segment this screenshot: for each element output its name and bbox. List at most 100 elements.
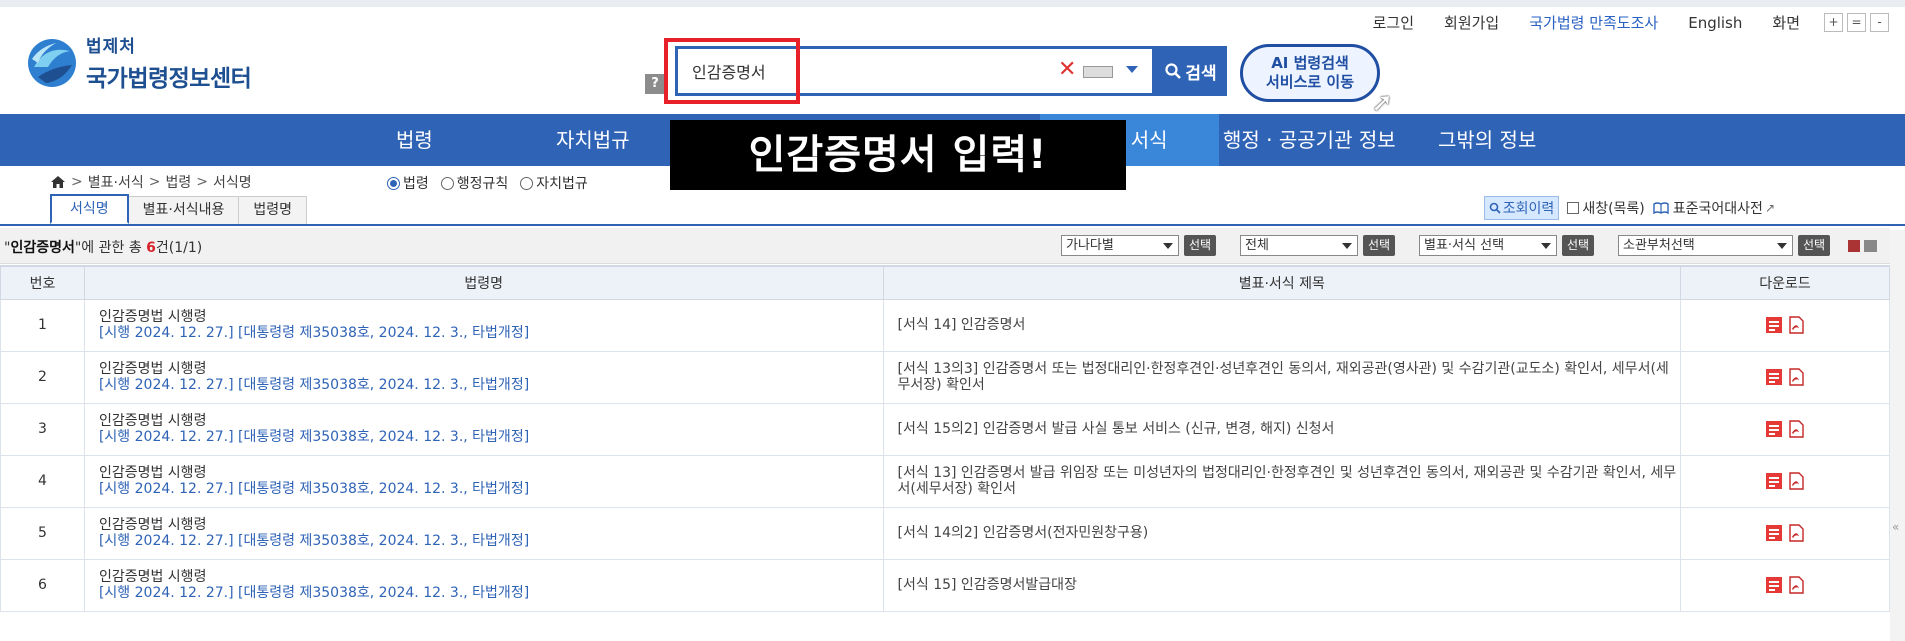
keyboard-icon[interactable]	[1083, 66, 1113, 78]
zoom-reset-button[interactable]: =	[1847, 13, 1866, 32]
logo-sub: 법제처	[86, 37, 136, 57]
law-detail-link[interactable]: [시행 2024. 12. 27.] [대통령령 제35038호, 2024. …	[99, 533, 883, 549]
nav-item-admin-info[interactable]: 행정 · 공공기관 정보	[1223, 114, 1396, 166]
external-link-icon: ↗	[1764, 201, 1775, 215]
form-title-link[interactable]: [서식 15] 인감증명서발급대장	[882, 558, 1682, 612]
pdf-file-icon[interactable]	[1787, 316, 1805, 334]
form-title-link[interactable]: [서식 14의2] 인감증명서(전자민원창구용)	[882, 506, 1682, 560]
filter-bar: "인감증명서"에 관한 총 6건(1/1) 가나다별 선택 전체 선택 별표·서…	[0, 228, 1890, 264]
search-button[interactable]: 검색	[1155, 46, 1227, 96]
tab-underline	[0, 224, 1905, 226]
form-title-link[interactable]: [서식 15의2] 인감증명서 발급 사실 통보 서비스 (신규, 변경, 해지…	[882, 402, 1682, 456]
results-table: 번호 법령명 별표·서식 제목 다운로드 1 인감증명법 시행령 [시행 2024.…	[0, 265, 1890, 612]
row-number: 1	[0, 298, 85, 352]
breadcrumb-item[interactable]: 법령	[165, 172, 191, 192]
form-apply-button[interactable]: 선택	[1562, 235, 1595, 256]
law-name-link[interactable]: 인감증명법 시행령	[99, 517, 883, 533]
dropdown-arrow-icon[interactable]	[1126, 66, 1138, 73]
law-cell: 인감증명법 시행령 [시행 2024. 12. 27.] [대통령령 제35038…	[83, 402, 884, 456]
law-name-link[interactable]: 인감증명법 시행령	[99, 413, 883, 429]
form-select[interactable]: 별표·서식 선택	[1419, 235, 1557, 256]
pdf-file-icon[interactable]	[1787, 368, 1805, 386]
type-apply-button[interactable]: 선택	[1363, 235, 1396, 256]
scope-radios: 법령 행정규칙 자치법규	[387, 173, 600, 193]
row-number: 2	[0, 350, 85, 404]
radio-laws[interactable]: 법령	[387, 173, 429, 193]
download-cell	[1680, 350, 1890, 404]
row-number: 5	[0, 506, 85, 560]
ai-search-button[interactable]: AI 법령검색 서비스로 이동 ➚	[1240, 44, 1393, 116]
new-window-checkbox[interactable]	[1567, 202, 1580, 214]
law-detail-link[interactable]: [시행 2024. 12. 27.] [대통령령 제35038호, 2024. …	[99, 429, 883, 445]
tab-form-name[interactable]: 서식명	[50, 194, 129, 224]
radio-local-laws[interactable]: 자치법규	[520, 173, 588, 193]
hwp-file-icon[interactable]	[1765, 420, 1783, 438]
hwp-file-icon[interactable]	[1765, 472, 1783, 490]
table-row: 2 인감증명법 시행령 [시행 2024. 12. 27.] [대통령령 제3503…	[0, 350, 1890, 404]
cursor-icon: ➚	[1371, 88, 1393, 118]
download-cell	[1680, 454, 1890, 508]
table-row: 4 인감증명법 시행령 [시행 2024. 12. 27.] [대통령령 제3503…	[0, 454, 1890, 508]
hwp-file-icon[interactable]	[1765, 316, 1783, 334]
hwp-file-icon[interactable]	[1765, 368, 1783, 386]
law-detail-link[interactable]: [시행 2024. 12. 27.] [대통령령 제35038호, 2024. …	[99, 481, 883, 497]
dictionary-link[interactable]: 표준국어대사전 ↗	[1653, 198, 1775, 218]
sort-select[interactable]: 가나다별	[1061, 235, 1179, 256]
hwp-file-icon[interactable]	[1765, 576, 1783, 594]
sort-apply-button[interactable]: 선택	[1184, 235, 1217, 256]
login-link[interactable]: 로그인	[1373, 12, 1414, 33]
pdf-file-icon[interactable]	[1787, 472, 1805, 490]
form-title-link[interactable]: [서식 13의3] 인감증명서 또는 법정대리인·한정후견인·성년후견인 동의서…	[882, 350, 1682, 404]
table-row: 1 인감증명법 시행령 [시행 2024. 12. 27.] [대통령령 제3503…	[0, 298, 1890, 352]
law-detail-link[interactable]: [시행 2024. 12. 27.] [대통령령 제35038호, 2024. …	[99, 585, 883, 601]
download-cell	[1680, 298, 1890, 352]
nav-item-local-laws[interactable]: 자치법규	[556, 114, 630, 166]
home-icon[interactable]	[50, 175, 66, 189]
col-header-title: 별표·서식 제목	[882, 265, 1682, 300]
form-title-link[interactable]: [서식 14] 인감증명서	[882, 298, 1682, 352]
col-header-download: 다운로드	[1680, 265, 1890, 300]
english-link[interactable]: English	[1688, 14, 1742, 32]
type-select[interactable]: 전체	[1240, 235, 1358, 256]
dept-apply-button[interactable]: 선택	[1798, 235, 1831, 256]
nav-item-other-info[interactable]: 그밖의 정보	[1438, 114, 1536, 166]
law-name-link[interactable]: 인감증명법 시행령	[99, 465, 883, 481]
law-name-link[interactable]: 인감증명법 시행령	[99, 569, 883, 585]
radio-admin-rules[interactable]: 행정규칙	[440, 173, 508, 193]
clear-icon[interactable]: ✕	[1058, 57, 1076, 82]
save-icon[interactable]	[1848, 240, 1860, 252]
form-title-link[interactable]: [서식 13] 인감증명서 발급 위임장 또는 미성년자의 법정대리인·한정후견…	[882, 454, 1682, 508]
breadcrumb: > 별표·서식 > 법령 > 서식명	[50, 172, 252, 192]
law-cell: 인감증명법 시행령 [시행 2024. 12. 27.] [대통령령 제35038…	[83, 506, 884, 560]
zoom-out-button[interactable]: -	[1870, 13, 1889, 32]
side-panel-toggle[interactable]: «	[1890, 230, 1905, 641]
breadcrumb-item[interactable]: 서식명	[213, 172, 252, 192]
pdf-file-icon[interactable]	[1787, 420, 1805, 438]
search-help-button[interactable]: ?	[645, 74, 665, 94]
search-icon	[1165, 63, 1182, 79]
law-name-link[interactable]: 인감증명법 시행령	[99, 309, 883, 325]
signup-link[interactable]: 회원가입	[1444, 12, 1499, 33]
law-detail-link[interactable]: [시행 2024. 12. 27.] [대통령령 제35038호, 2024. …	[99, 377, 883, 393]
col-header-law: 법령명	[83, 265, 884, 300]
print-icon[interactable]	[1864, 240, 1877, 252]
site-logo[interactable]: 법제처 국가법령정보센터	[26, 32, 252, 93]
hwp-file-icon[interactable]	[1765, 524, 1783, 542]
law-detail-link[interactable]: [시행 2024. 12. 27.] [대통령령 제35038호, 2024. …	[99, 325, 883, 341]
law-name-link[interactable]: 인감증명법 시행령	[99, 361, 883, 377]
screen-label: 화면	[1772, 14, 1800, 32]
breadcrumb-item[interactable]: 별표·서식	[88, 172, 144, 192]
tab-law-name[interactable]: 법령명	[238, 196, 308, 224]
pdf-file-icon[interactable]	[1787, 524, 1805, 542]
history-button[interactable]: 조회이력	[1483, 196, 1560, 220]
zoom-in-button[interactable]: +	[1824, 13, 1843, 32]
pdf-file-icon[interactable]	[1787, 576, 1805, 594]
tab-form-content[interactable]: 별표·서식내용	[127, 196, 240, 224]
book-icon	[1653, 202, 1669, 214]
download-cell	[1680, 506, 1890, 560]
new-window-label: 새창(목록)	[1582, 201, 1645, 217]
dept-select[interactable]: 소관부처선택	[1618, 235, 1793, 256]
nav-item-laws[interactable]: 법령	[396, 114, 433, 166]
survey-link[interactable]: 국가법령 만족도조사	[1529, 12, 1658, 33]
search-button-label: 검색	[1185, 63, 1217, 84]
